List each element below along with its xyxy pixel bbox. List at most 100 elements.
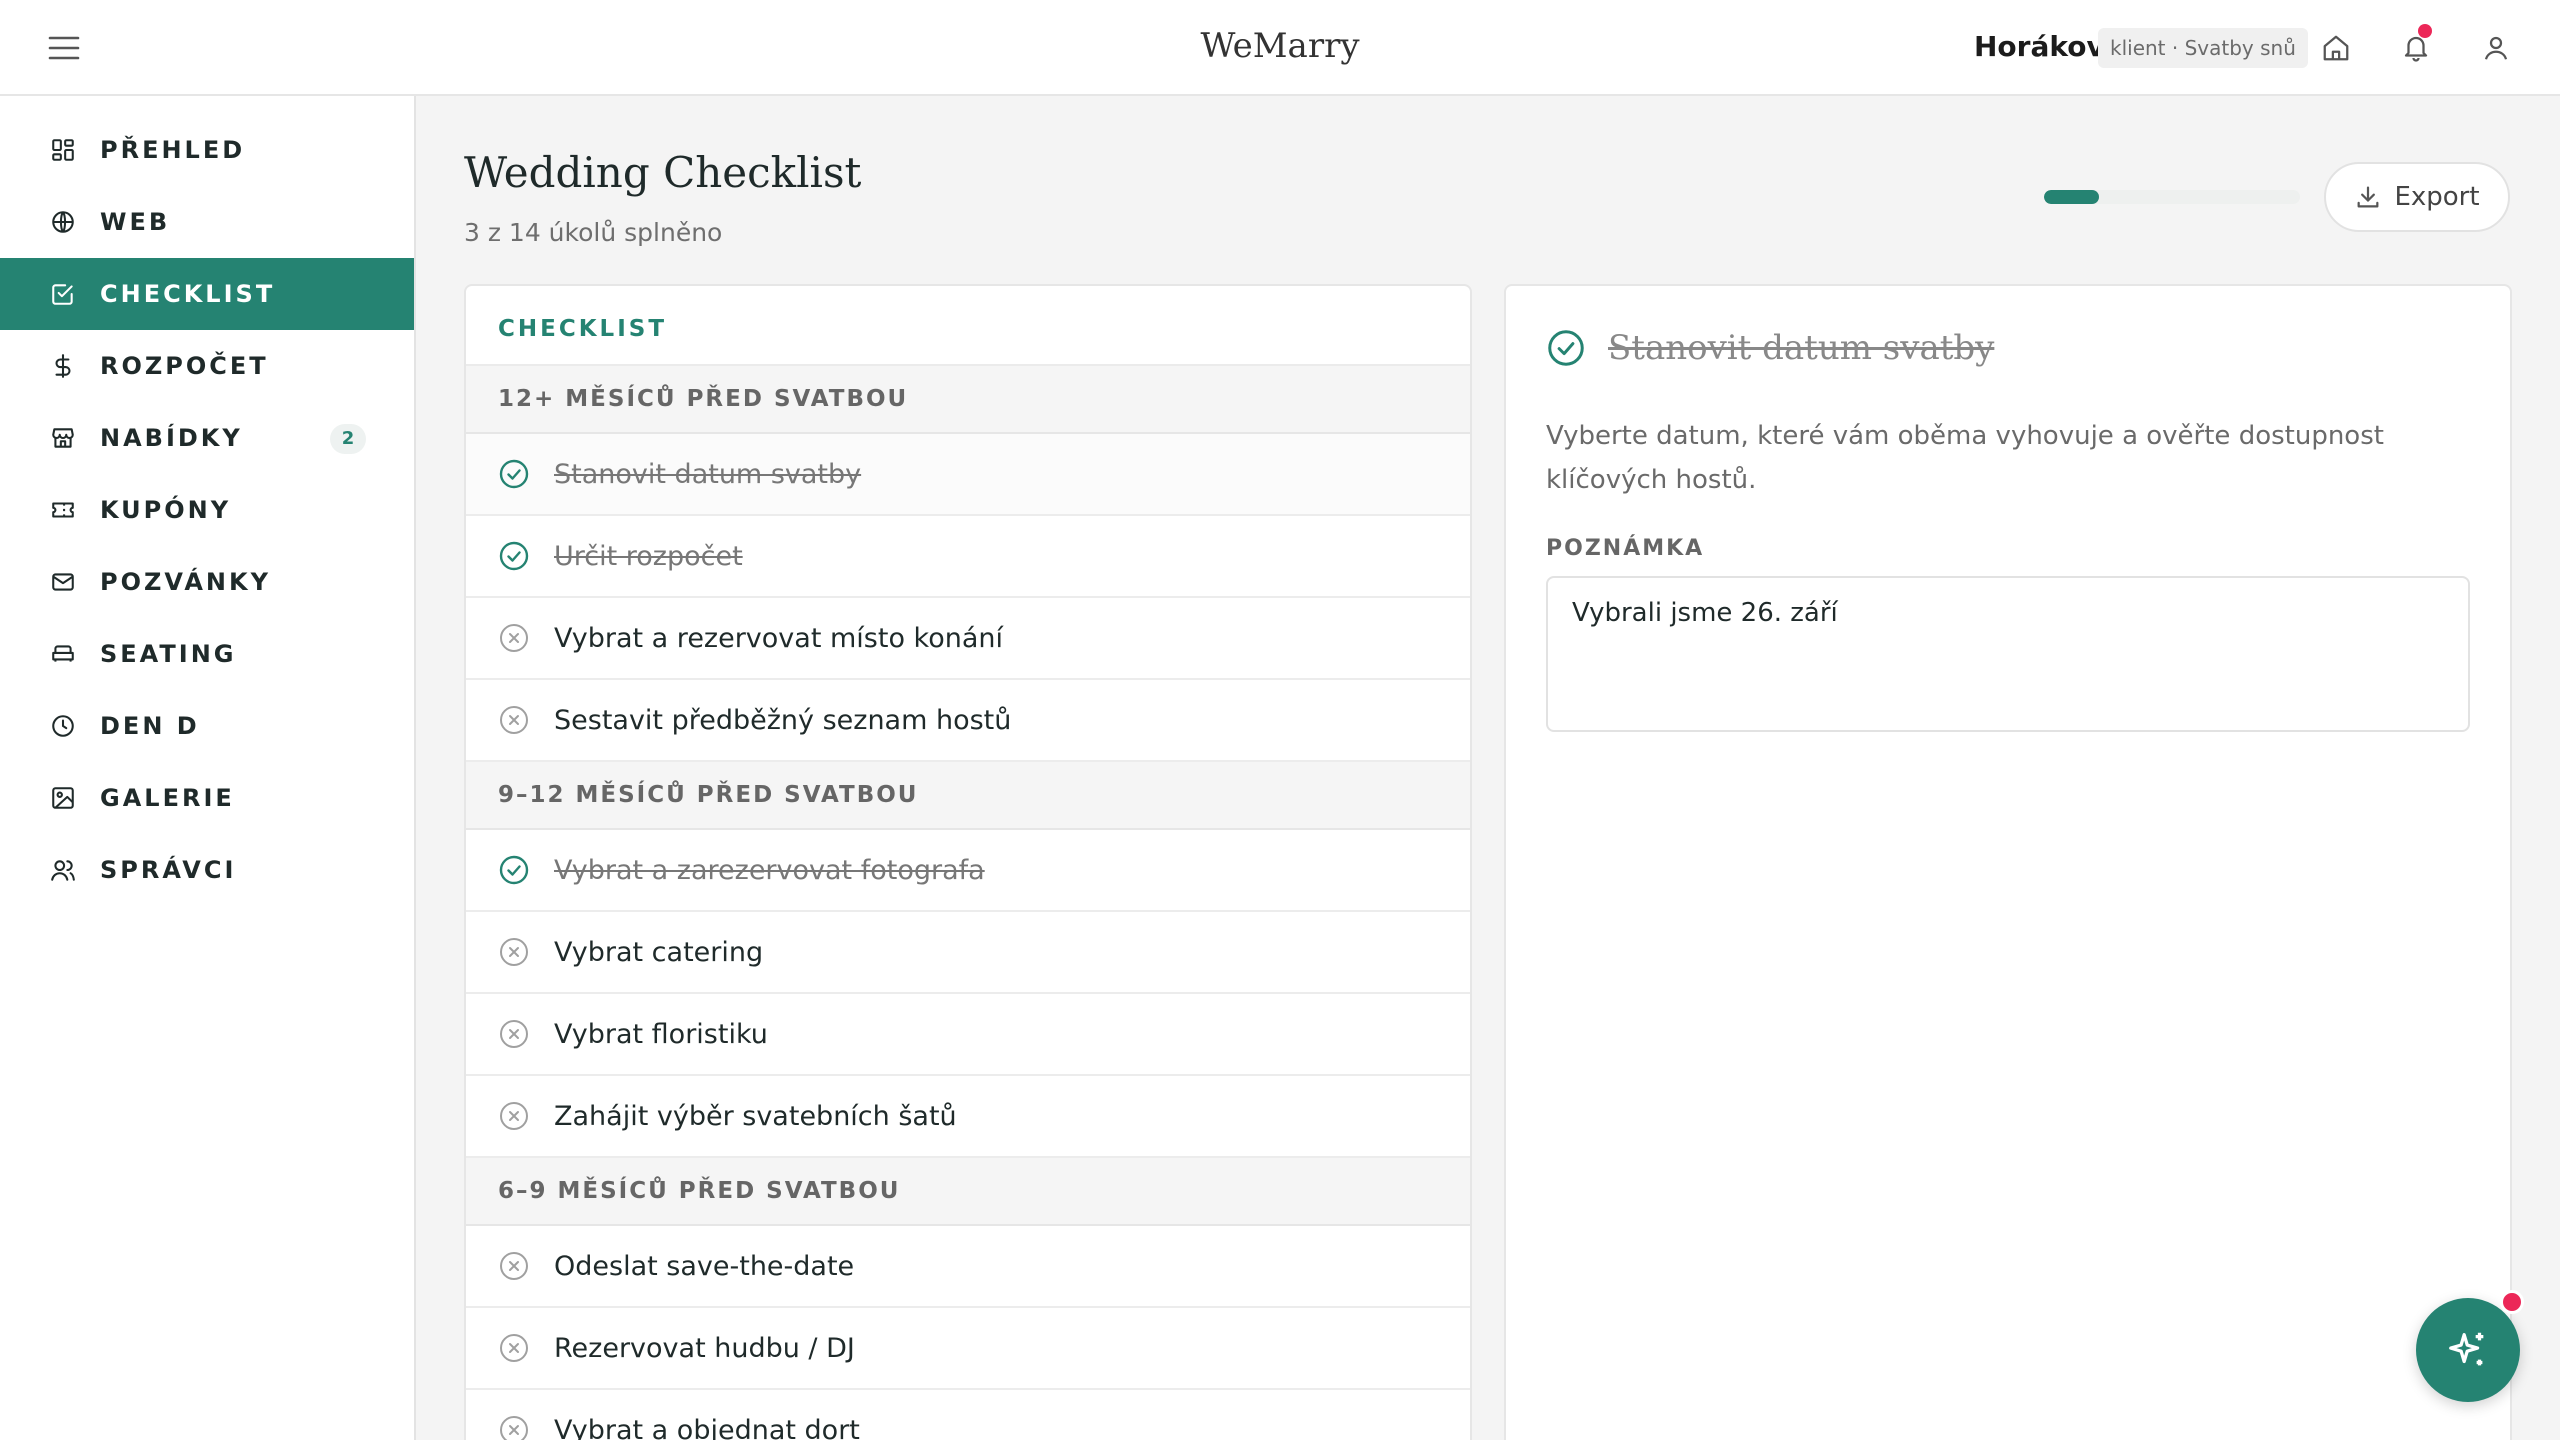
export-button[interactable]: Export xyxy=(2324,162,2510,232)
detail-description: Vyberte datum, které vám oběma vyhovuje … xyxy=(1546,421,2384,495)
task-row[interactable]: Vybrat catering xyxy=(466,912,1470,994)
task-label: Odeslat save-the-date xyxy=(554,1250,855,1282)
sidebar-item-kupony[interactable]: KUPÓNY xyxy=(0,474,414,546)
sidebar-item-label: GALERIE xyxy=(100,784,235,812)
detail-title: Stanovit datum svatby xyxy=(1608,328,1995,368)
export-label: Export xyxy=(2394,182,2480,212)
task-label: Vybrat catering xyxy=(554,936,764,968)
task-detail-card: Stanovit datum svatby Vyberte datum, kte… xyxy=(1504,284,2512,1440)
task-row[interactable]: Zahájit výběr svatebních šatů xyxy=(466,1076,1470,1158)
group-header: 9–12 MĚSÍCŮ PŘED SVATBOU xyxy=(466,762,1470,830)
sidebar-item-label: SPRÁVCI xyxy=(100,856,237,884)
sidebar-item-label: WEB xyxy=(100,208,171,236)
task-label: Stanovit datum svatby xyxy=(554,458,862,490)
checklist-heading: CHECKLIST xyxy=(466,286,1470,366)
clock-icon xyxy=(48,711,78,741)
x-circle-icon[interactable] xyxy=(498,1332,530,1364)
ai-assistant-button[interactable] xyxy=(2416,1298,2520,1402)
user-role-chip: klient · Svatby snů xyxy=(2098,28,2308,68)
sidebar-item-rozpocet[interactable]: ROZPOČET xyxy=(0,330,414,402)
sidebar-item-label: POZVÁNKY xyxy=(100,568,271,596)
hamburger-menu-icon[interactable] xyxy=(44,28,84,68)
note-field[interactable]: Vybrali jsme 26. září xyxy=(1546,576,2470,732)
sidebar-item-label: CHECKLIST xyxy=(100,280,276,308)
sidebar-nav: PŘEHLED WEB CHECKLIST ROZPOČET NABÍDKY 2… xyxy=(0,114,414,906)
progress-fill xyxy=(2044,190,2099,204)
sparkles-icon xyxy=(2449,1332,2484,1366)
task-row[interactable]: Stanovit datum svatby xyxy=(466,434,1470,516)
task-label: Zahájit výběr svatebních šatů xyxy=(554,1100,957,1132)
sidebar: PŘEHLED WEB CHECKLIST ROZPOČET NABÍDKY 2… xyxy=(0,96,416,1440)
image-icon xyxy=(48,783,78,813)
sidebar-item-pozvanky[interactable]: POZVÁNKY xyxy=(0,546,414,618)
task-row[interactable]: Rezervovat hudbu / DJ xyxy=(466,1308,1470,1390)
x-circle-icon[interactable] xyxy=(498,1018,530,1050)
x-circle-icon[interactable] xyxy=(498,1414,530,1440)
sidebar-item-label: KUPÓNY xyxy=(100,496,232,524)
sidebar-item-nabidky[interactable]: NABÍDKY 2 xyxy=(0,402,414,474)
ticket-icon xyxy=(48,495,78,525)
store-icon xyxy=(48,423,78,453)
notification-dot xyxy=(2418,24,2432,38)
sofa-icon xyxy=(48,639,78,669)
sidebar-item-seating[interactable]: SEATING xyxy=(0,618,414,690)
top-bar: WeMarry Horákovi klient · Svatby snů xyxy=(0,0,2560,96)
users-icon xyxy=(48,855,78,885)
task-row[interactable]: Vybrat floristiku xyxy=(466,994,1470,1076)
x-circle-icon[interactable] xyxy=(498,1100,530,1132)
task-label: Vybrat floristiku xyxy=(554,1018,768,1050)
user-icon[interactable] xyxy=(2476,28,2516,68)
checklist-progress-bar xyxy=(2044,190,2300,204)
group-header: 12+ MĚSÍCŮ PŘED SVATBOU xyxy=(466,366,1470,434)
task-label: Rezervovat hudbu / DJ xyxy=(554,1332,855,1364)
dollar-icon xyxy=(48,351,78,381)
task-label: Sestavit předběžný seznam hostů xyxy=(554,704,1012,736)
x-circle-icon[interactable] xyxy=(498,1250,530,1282)
main-content: Wedding Checklist 3 z 14 úkolů splněno E… xyxy=(416,96,2560,1440)
group-header: 6–9 MĚSÍCŮ PŘED SVATBOU xyxy=(466,1158,1470,1226)
globe-icon xyxy=(48,207,78,237)
task-label: Vybrat a rezervovat místo konání xyxy=(554,622,1004,654)
x-circle-icon[interactable] xyxy=(498,936,530,968)
assistant-notification-dot xyxy=(2500,1290,2524,1314)
checklist-card: CHECKLIST 12+ MĚSÍCŮ PŘED SVATBOU Stanov… xyxy=(464,284,1472,1440)
page-subtitle: 3 z 14 úkolů splněno xyxy=(464,218,723,247)
task-label: Určit rozpočet xyxy=(554,540,743,572)
task-row[interactable]: Odeslat save-the-date xyxy=(466,1226,1470,1308)
check-circle-icon[interactable] xyxy=(498,540,530,572)
task-label: Vybrat a zarezervovat fotografa xyxy=(554,854,985,886)
download-icon xyxy=(2354,183,2382,211)
dashboard-icon xyxy=(48,135,78,165)
x-circle-icon[interactable] xyxy=(498,622,530,654)
sidebar-item-den-d[interactable]: DEN D xyxy=(0,690,414,762)
page-title: Wedding Checklist xyxy=(464,148,862,197)
sidebar-item-label: DEN D xyxy=(100,712,200,740)
detail-header: Stanovit datum svatby xyxy=(1546,328,1994,368)
task-row[interactable]: Vybrat a zarezervovat fotografa xyxy=(466,830,1470,912)
user-name: Horákovi xyxy=(1974,30,2115,63)
sidebar-item-web[interactable]: WEB xyxy=(0,186,414,258)
sidebar-item-prehled[interactable]: PŘEHLED xyxy=(0,114,414,186)
task-row[interactable]: Vybrat a objednat dort xyxy=(466,1390,1470,1440)
check-circle-icon[interactable] xyxy=(498,458,530,490)
sidebar-item-label: SEATING xyxy=(100,640,237,668)
sidebar-item-label: ROZPOČET xyxy=(100,352,269,380)
x-circle-icon[interactable] xyxy=(498,704,530,736)
task-row[interactable]: Určit rozpočet xyxy=(466,516,1470,598)
mail-icon xyxy=(48,567,78,597)
task-label: Vybrat a objednat dort xyxy=(554,1414,860,1440)
sidebar-item-galerie[interactable]: GALERIE xyxy=(0,762,414,834)
sidebar-item-label: PŘEHLED xyxy=(100,136,246,164)
note-label: POZNÁMKA xyxy=(1546,536,1705,561)
sidebar-item-label: NABÍDKY xyxy=(100,424,243,452)
check-circle-icon[interactable] xyxy=(1546,328,1586,368)
task-row[interactable]: Sestavit předběžný seznam hostů xyxy=(466,680,1470,762)
home-icon[interactable] xyxy=(2316,28,2356,68)
bell-icon[interactable] xyxy=(2396,24,2436,68)
check-circle-icon[interactable] xyxy=(498,854,530,886)
sidebar-item-checklist[interactable]: CHECKLIST xyxy=(0,258,414,330)
checklist-icon xyxy=(48,279,78,309)
task-row[interactable]: Vybrat a rezervovat místo konání xyxy=(466,598,1470,680)
sidebar-item-spravci[interactable]: SPRÁVCI xyxy=(0,834,414,906)
offers-count-badge: 2 xyxy=(330,424,366,454)
